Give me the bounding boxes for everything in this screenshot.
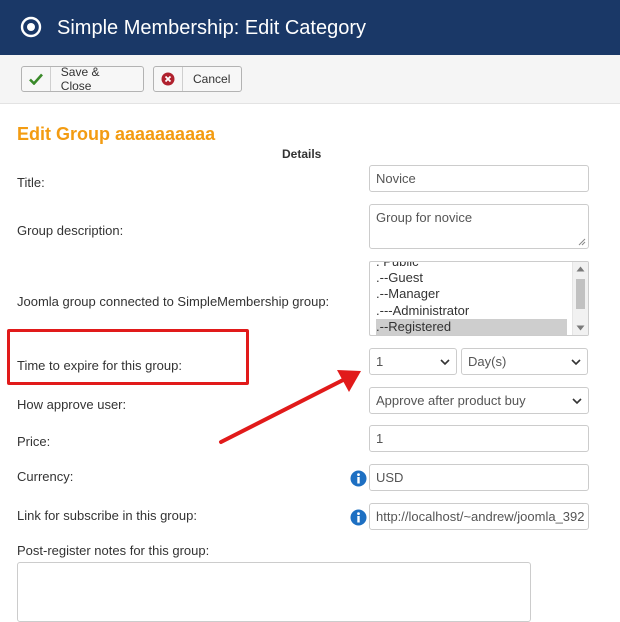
resize-handle-icon[interactable] xyxy=(578,238,586,246)
radio-target-icon xyxy=(20,16,42,38)
currency-label: Currency: xyxy=(17,469,74,484)
edit-group-heading: Edit Group aaaaaaaaaa xyxy=(17,124,216,144)
toolbar: Save & Close Cancel xyxy=(0,55,620,104)
annotation-arrow-icon xyxy=(219,370,361,444)
subscribe-link-input[interactable]: http://localhost/~andrew/joomla_392 xyxy=(369,503,589,530)
chevron-down-icon xyxy=(572,398,582,405)
joomla-group-label: Joomla group connected to SimpleMembersh… xyxy=(17,294,330,309)
scroll-thumb[interactable] xyxy=(576,279,585,309)
listbox-option[interactable]: . Public xyxy=(376,262,566,270)
subscribe-link-label: Link for subscribe in this group: xyxy=(17,508,197,523)
app-header: Simple Membership: Edit Category xyxy=(0,0,620,55)
save-close-button[interactable]: Save & Close xyxy=(21,65,144,93)
expire-amount-value: 1 xyxy=(376,354,384,369)
price-input[interactable]: 1 xyxy=(369,425,589,452)
price-label: Price: xyxy=(17,434,51,449)
expire-unit-select[interactable]: Day(s) xyxy=(461,348,588,375)
listbox-option-selected[interactable]: .--Registered xyxy=(376,319,567,335)
cancel-label: Cancel xyxy=(193,72,231,86)
description-label: Group description: xyxy=(17,223,124,238)
approve-label: How approve user: xyxy=(17,397,127,412)
expire-unit-value: Day(s) xyxy=(468,354,507,369)
cancel-circle-icon xyxy=(154,67,183,91)
listbox-scrollbar[interactable] xyxy=(572,262,588,335)
annotation-highlight-box xyxy=(7,329,249,385)
title-label: Title: xyxy=(17,175,45,190)
listbox-option[interactable]: .--Guest xyxy=(376,270,566,286)
chevron-down-icon xyxy=(440,359,450,366)
cancel-button[interactable]: Cancel xyxy=(153,66,242,92)
approve-select[interactable]: Approve after product buy xyxy=(369,387,589,414)
checkmark-icon xyxy=(22,67,51,91)
notes-label: Post-register notes for this group: xyxy=(17,543,210,558)
description-textarea[interactable]: Group for novice xyxy=(369,204,589,249)
expire-amount-select[interactable]: 1 xyxy=(369,348,457,375)
page-title: Simple Membership: Edit Category xyxy=(57,17,367,39)
description-text: Group for novice xyxy=(376,210,473,225)
details-section-title: Details xyxy=(282,147,322,161)
notes-textarea[interactable] xyxy=(17,562,531,622)
chevron-down-icon xyxy=(571,359,581,366)
save-close-label: Save & Close xyxy=(60,65,100,93)
info-icon[interactable] xyxy=(350,470,367,487)
listbox-option[interactable]: .---Administrator xyxy=(376,303,566,319)
scroll-up-arrow-icon[interactable] xyxy=(576,266,585,272)
title-input[interactable]: Novice xyxy=(369,165,589,192)
info-icon[interactable] xyxy=(350,509,367,526)
scroll-down-arrow-icon[interactable] xyxy=(576,325,585,331)
currency-input[interactable]: USD xyxy=(369,464,589,491)
joomla-group-listbox[interactable]: . Public .--Guest .--Manager .---Adminis… xyxy=(369,261,589,336)
listbox-option[interactable]: .--Manager xyxy=(376,286,566,302)
approve-value: Approve after product buy xyxy=(376,393,526,408)
